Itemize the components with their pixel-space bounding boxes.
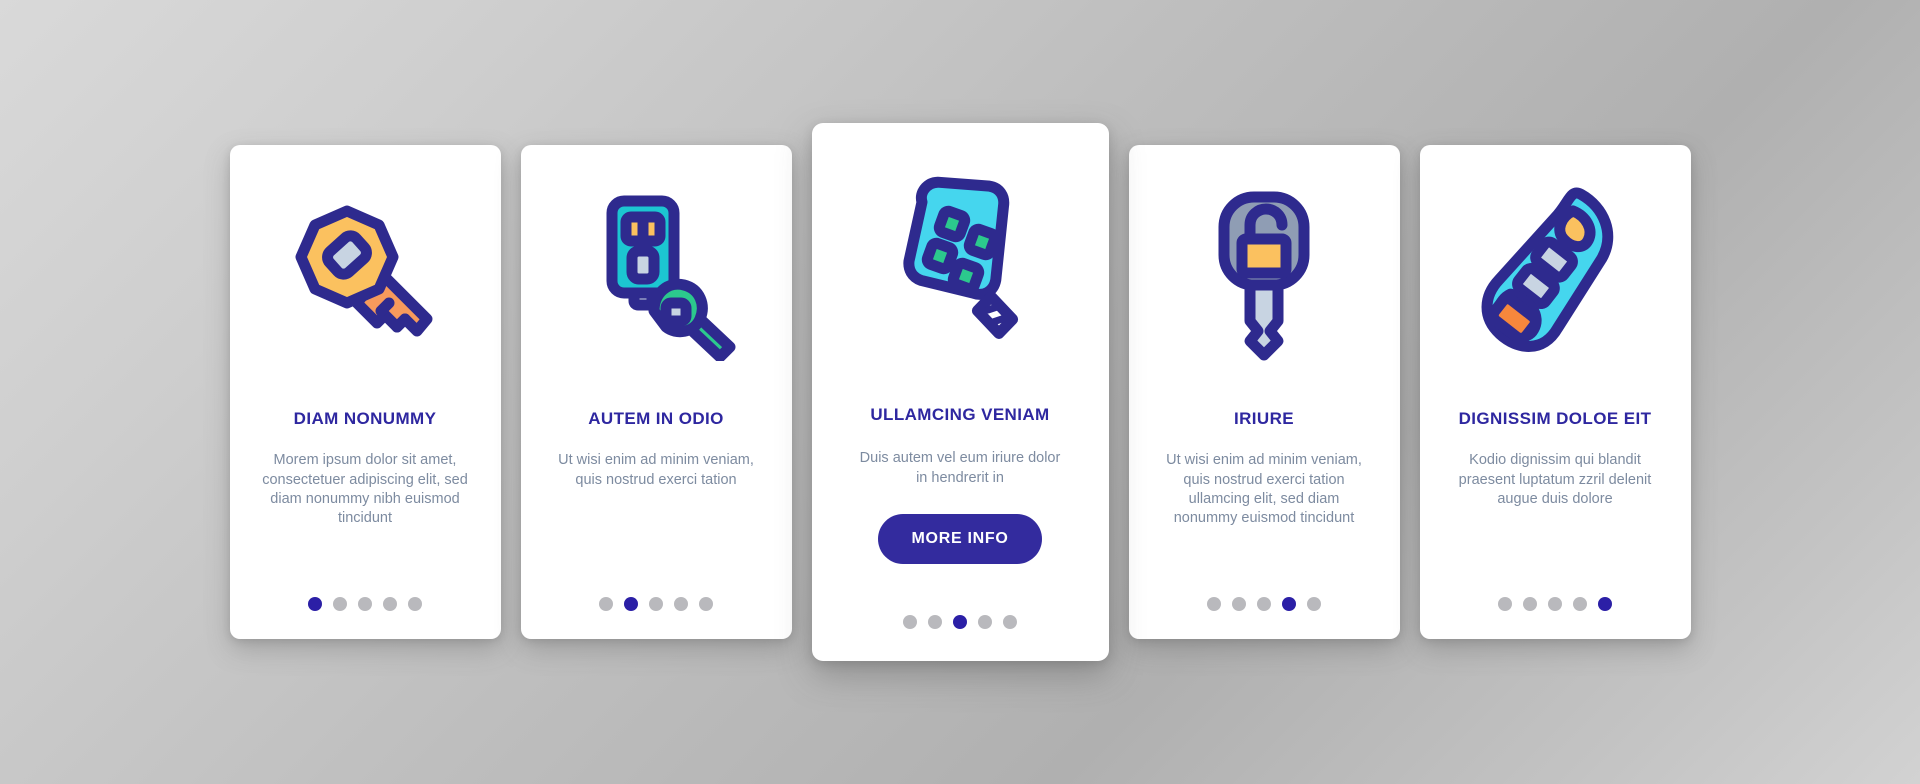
pagination-dot-1[interactable] — [1207, 597, 1221, 611]
pagination-dot-2[interactable] — [333, 597, 347, 611]
pagination-dot-4[interactable] — [1282, 597, 1296, 611]
pagination-dot-2[interactable] — [1523, 597, 1537, 611]
pagination-dots — [230, 597, 501, 611]
onboarding-card-4[interactable]: IRIURE Ut wisi enim ad minim veniam, qui… — [1128, 145, 1400, 639]
pagination-dot-4[interactable] — [674, 597, 688, 611]
pagination-dot-1[interactable] — [903, 615, 917, 629]
pagination-dot-2[interactable] — [624, 597, 638, 611]
pagination-dot-1[interactable] — [308, 597, 322, 611]
pagination-dots — [812, 615, 1109, 629]
pagination-dot-4[interactable] — [1573, 597, 1587, 611]
card-body-text: Duis autem vel eum iriure dolor in hendr… — [859, 450, 1061, 486]
pagination-dot-5[interactable] — [699, 597, 713, 611]
more-info-button[interactable]: MORE INFO — [877, 513, 1043, 564]
pagination-dot-5[interactable] — [408, 597, 422, 611]
usb-car-remote-icon — [832, 157, 1089, 375]
onboarding-card-2[interactable]: AUTEM IN ODIO Ut wisi enim ad minim veni… — [520, 145, 792, 639]
card-title: IRIURE — [1233, 409, 1295, 428]
card-body-text: Kodio dignissim qui blandit praesent lup… — [1458, 452, 1652, 507]
pagination-dot-1[interactable] — [599, 597, 613, 611]
onboarding-card-1[interactable]: DIAM NONUMMY Morem ipsum dolor sit amet,… — [229, 145, 501, 639]
pagination-dot-3[interactable] — [649, 597, 663, 611]
card-title: DIAM NONUMMY — [293, 409, 437, 428]
card-body-text: Ut wisi enim ad minim veniam, quis nostr… — [1166, 452, 1362, 526]
pagination-dots — [1420, 597, 1691, 611]
pagination-dot-3[interactable] — [1548, 597, 1562, 611]
pagination-dot-3[interactable] — [953, 615, 967, 629]
pagination-dots — [1129, 597, 1400, 611]
onboarding-card-3-featured[interactable]: ULLAMCING VENIAM Duis autem vel eum iriu… — [811, 123, 1109, 661]
car-key-remote-icon — [1438, 175, 1673, 371]
classic-key-icon — [248, 175, 483, 371]
pagination-dot-5[interactable] — [1598, 597, 1612, 611]
pagination-dot-4[interactable] — [383, 597, 397, 611]
pagination-dot-3[interactable] — [358, 597, 372, 611]
pagination-dot-5[interactable] — [1003, 615, 1017, 629]
card-title: DIGNISSIM DOLOE EIT — [1458, 409, 1652, 428]
pagination-dot-5[interactable] — [1307, 597, 1321, 611]
card-title: ULLAMCING VENIAM — [870, 405, 1050, 424]
pagination-dot-1[interactable] — [1498, 597, 1512, 611]
pagination-dot-4[interactable] — [978, 615, 992, 629]
key-fob-with-key-icon — [539, 175, 774, 371]
onboarding-card-row: DIAM NONUMMY Morem ipsum dolor sit amet,… — [0, 0, 1920, 784]
key-with-open-padlock-icon — [1147, 175, 1382, 371]
pagination-dot-2[interactable] — [928, 615, 942, 629]
onboarding-card-5[interactable]: DIGNISSIM DOLOE EIT Kodio dignissim qui … — [1419, 145, 1691, 639]
card-body-text: Morem ipsum dolor sit amet, consectetuer… — [262, 452, 468, 526]
pagination-dot-3[interactable] — [1257, 597, 1271, 611]
pagination-dot-2[interactable] — [1232, 597, 1246, 611]
pagination-dots — [521, 597, 792, 611]
card-title: AUTEM IN ODIO — [588, 409, 724, 428]
card-body-text: Ut wisi enim ad minim veniam, quis nostr… — [558, 452, 754, 488]
